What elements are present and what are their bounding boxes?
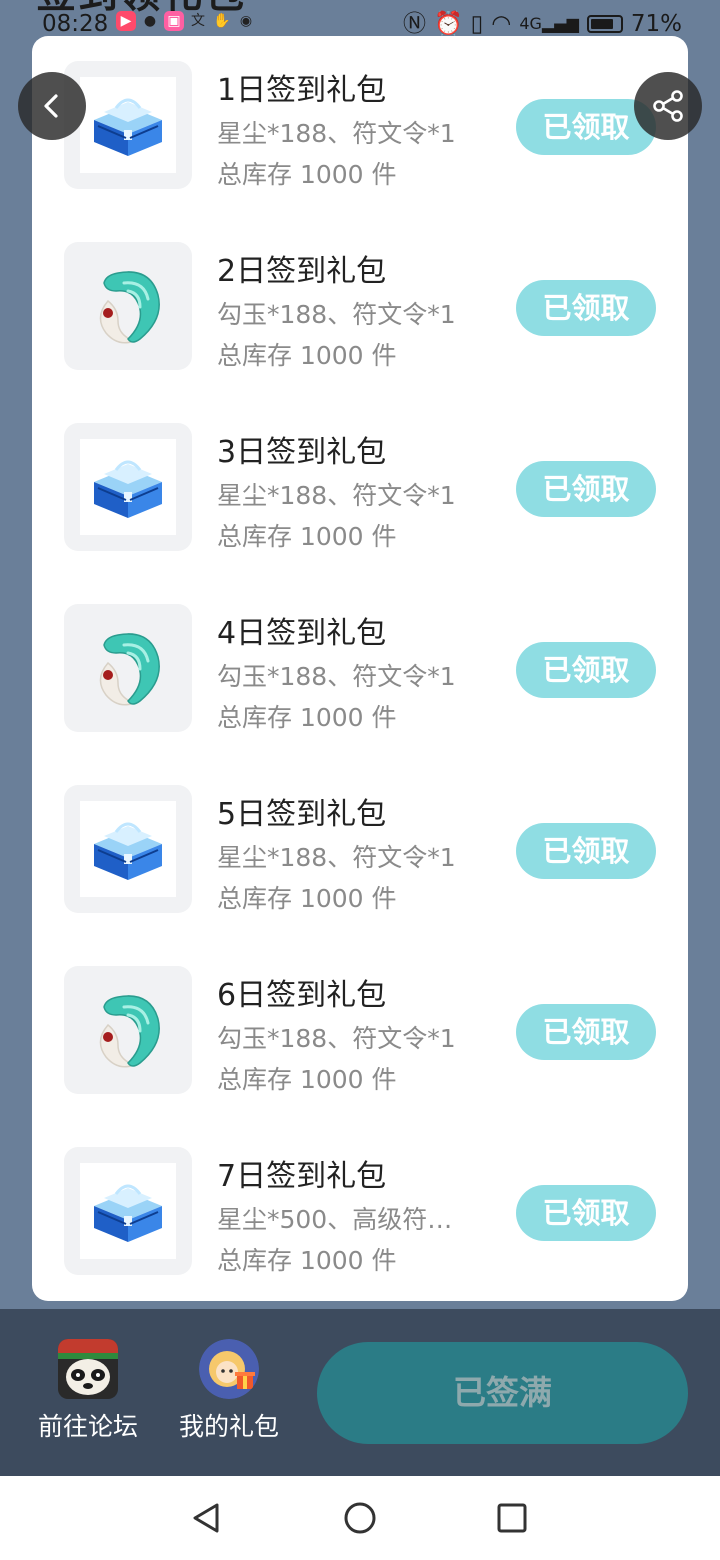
status-bar: 签到领礼包 08:28 ▶ ● ▣ 文 ✋ ◉ Ⓝ ⏰ ▯ ◠ 4G▂▄▆ 71… — [0, 0, 720, 40]
translate-icon: 文 — [191, 13, 205, 29]
claimed-button[interactable]: 已领取 — [516, 280, 656, 336]
gift-row[interactable]: 4日签到礼包 勾玉*188、符文令*1 总库存 1000 件 已领取 — [32, 579, 688, 760]
gift-row[interactable]: 6日签到礼包 勾玉*188、符文令*1 总库存 1000 件 已领取 — [32, 941, 688, 1122]
crystal-chest-icon — [80, 1163, 176, 1259]
eye-icon: ◉ — [239, 13, 253, 29]
crystal-chest-icon — [80, 801, 176, 897]
anime-girl-gift-icon — [199, 1339, 259, 1399]
circle-home-icon[interactable] — [340, 1498, 380, 1538]
claimed-button[interactable]: 已领取 — [516, 823, 656, 879]
gift-thumbnail — [64, 1147, 192, 1275]
share-icon — [653, 90, 683, 122]
gift-description: 星尘*500、高级符… — [217, 1205, 453, 1234]
photo-app-icon: ▣ — [164, 11, 184, 31]
signed-full-button[interactable]: 已签满 — [317, 1342, 688, 1444]
jade-magatama-icon — [80, 982, 176, 1078]
gift-description: 勾玉*188、符文令*1 — [217, 662, 456, 691]
gift-thumbnail — [64, 966, 192, 1094]
claimed-button[interactable]: 已领取 — [516, 461, 656, 517]
video-app-icon: ▶ — [116, 11, 136, 31]
gift-row[interactable]: 3日签到礼包 星尘*188、符文令*1 总库存 1000 件 已领取 — [32, 398, 688, 579]
gift-thumbnail — [64, 61, 192, 189]
gift-stock: 总库存 1000 件 — [217, 703, 397, 732]
jade-magatama-icon — [80, 620, 176, 716]
gift-description: 勾玉*188、符文令*1 — [217, 1024, 456, 1053]
message-icon: ● — [143, 13, 157, 29]
bottom-action-bar: 前往论坛 我的礼包 已签满 — [0, 1309, 720, 1476]
gift-description: 星尘*188、符文令*1 — [217, 119, 456, 148]
gift-title: 5日签到礼包 — [217, 797, 387, 832]
jade-magatama-icon — [80, 258, 176, 354]
claimed-button[interactable]: 已领取 — [516, 642, 656, 698]
hand-icon: ✋ — [213, 13, 231, 29]
forum-label: 前往论坛 — [37, 1412, 138, 1441]
gift-stock: 总库存 1000 件 — [217, 341, 397, 370]
panda-warrior-game-icon — [58, 1339, 118, 1399]
gift-row[interactable]: 1日签到礼包 星尘*188、符文令*1 总库存 1000 件 已领取 — [32, 36, 688, 217]
system-navigation-bar — [0, 1476, 720, 1560]
triangle-back-icon[interactable] — [186, 1498, 226, 1538]
gift-stock: 总库存 1000 件 — [217, 1246, 397, 1275]
gift-stock: 总库存 1000 件 — [217, 884, 397, 913]
gift-stock: 总库存 1000 件 — [217, 522, 397, 551]
square-recents-icon[interactable] — [492, 1498, 532, 1538]
chevron-left-icon — [44, 94, 58, 118]
gift-title: 2日签到礼包 — [217, 254, 387, 289]
gift-stock: 总库存 1000 件 — [217, 160, 397, 189]
gift-title: 3日签到礼包 — [217, 435, 387, 470]
gift-thumbnail — [64, 423, 192, 551]
gift-row[interactable]: 5日签到礼包 星尘*188、符文令*1 总库存 1000 件 已领取 — [32, 760, 688, 941]
gift-thumbnail — [64, 785, 192, 913]
gift-stock: 总库存 1000 件 — [217, 1065, 397, 1094]
gift-list-panel: 1日签到礼包 星尘*188、符文令*1 总库存 1000 件 已领取 2日签到礼… — [32, 36, 688, 1301]
my-gifts-label: 我的礼包 — [178, 1412, 279, 1441]
gift-thumbnail — [64, 242, 192, 370]
gift-description: 星尘*188、符文令*1 — [217, 481, 456, 510]
gift-title: 7日签到礼包 — [217, 1159, 387, 1194]
gift-title: 4日签到礼包 — [217, 616, 387, 651]
my-gifts-link[interactable]: 我的礼包 — [169, 1339, 289, 1443]
battery-icon — [586, 15, 623, 33]
crystal-chest-icon — [80, 77, 176, 173]
gift-description: 星尘*188、符文令*1 — [217, 843, 456, 872]
back-button[interactable] — [18, 72, 86, 140]
claimed-button[interactable]: 已领取 — [516, 1004, 656, 1060]
gift-thumbnail — [64, 604, 192, 732]
gift-row[interactable]: 7日签到礼包 星尘*500、高级符… 总库存 1000 件 已领取 — [32, 1122, 688, 1301]
gift-description: 勾玉*188、符文令*1 — [217, 300, 456, 329]
crystal-chest-icon — [80, 439, 176, 535]
gift-title: 6日签到礼包 — [217, 978, 387, 1013]
share-button[interactable] — [634, 72, 702, 140]
forum-link[interactable]: 前往论坛 — [28, 1339, 148, 1443]
notification-icons: ▶ ● ▣ 文 ✋ ◉ — [116, 11, 256, 31]
claimed-button[interactable]: 已领取 — [516, 1185, 656, 1241]
gift-title: 1日签到礼包 — [217, 73, 387, 108]
gift-row[interactable]: 2日签到礼包 勾玉*188、符文令*1 总库存 1000 件 已领取 — [32, 217, 688, 398]
